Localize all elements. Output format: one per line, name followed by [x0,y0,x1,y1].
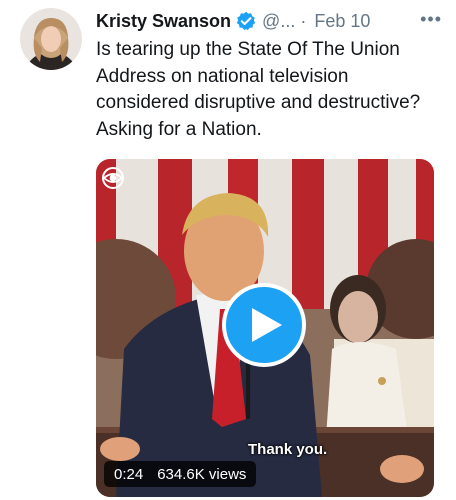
video-meta-badge: 0:24 634.6K views [104,461,257,487]
author-name[interactable]: Kristy Swanson [96,11,231,32]
video-player[interactable]: Thank you. 0:24 634.6K views [96,159,434,497]
video-caption: Thank you. [248,441,328,458]
play-button[interactable] [222,283,306,367]
verified-badge-icon [236,11,256,31]
tweet-card: Kristy Swanson @... · Feb 10 ••• Is tear… [0,0,456,500]
tweet-text: Is tearing up the State Of The Union Add… [96,39,421,140]
cbs-eye-icon [102,167,124,189]
avatar[interactable] [20,8,82,70]
tweet-date[interactable]: Feb 10 [314,11,370,32]
video-view-count: 634.6K views [157,465,247,483]
avatar-image [20,8,82,70]
header-separator: · [300,10,307,31]
author-handle[interactable]: @... [262,11,295,32]
video-duration: 0:24 [114,465,144,483]
more-options-icon[interactable]: ••• [420,9,442,30]
tweet-header: Kristy Swanson @... · Feb 10 ••• [96,8,442,34]
play-icon [252,308,282,342]
